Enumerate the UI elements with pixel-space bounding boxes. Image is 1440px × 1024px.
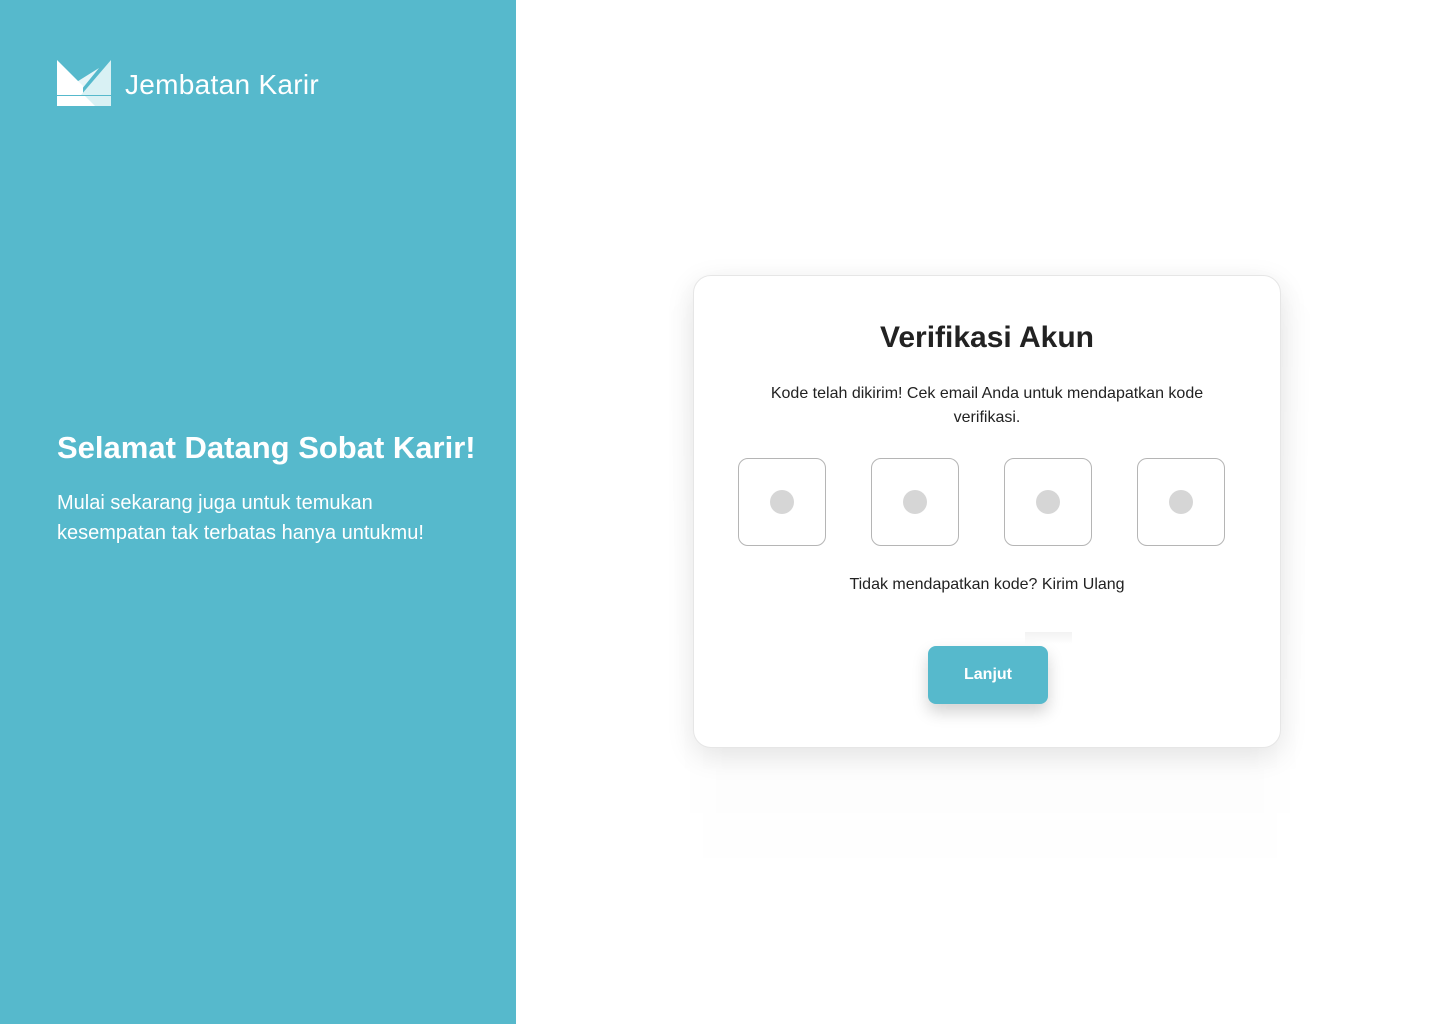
- welcome-title: Selamat Datang Sobat Karir!: [57, 430, 476, 465]
- brand: Jembatan Karir: [57, 60, 319, 106]
- resend-prompt: Tidak mendapatkan kode?: [849, 576, 1038, 593]
- otp-placeholder-dot: [1036, 490, 1060, 514]
- jembatan-karir-logo-icon: [57, 60, 111, 106]
- welcome-subtitle: Mulai sekarang juga untuk temukan kesemp…: [57, 492, 424, 544]
- otp-placeholder-dot: [903, 490, 927, 514]
- otp-digit-input-2[interactable]: [871, 458, 959, 546]
- otp-placeholder-dot: [1169, 490, 1193, 514]
- otp-digit-input-3[interactable]: [1004, 458, 1092, 546]
- verification-description: Kode telah dikirim! Cek email Anda untuk…: [770, 385, 1204, 426]
- continue-button[interactable]: Lanjut: [928, 646, 1048, 704]
- otp-placeholder-dot: [770, 490, 794, 514]
- welcome-panel: Jembatan Karir Selamat Datang Sobat Kari…: [0, 0, 516, 1024]
- resend-link[interactable]: Kirim Ulang: [1042, 576, 1125, 593]
- resend-row: Tidak mendapatkan kode? Kirim Ulang: [694, 576, 1280, 594]
- verification-card: Verifikasi Akun Kode telah dikirim! Cek …: [693, 275, 1281, 748]
- verification-panel: Verifikasi Akun Kode telah dikirim! Cek …: [516, 0, 1440, 1024]
- otp-digit-input-4[interactable]: [1137, 458, 1225, 546]
- verification-title: Verifikasi Akun: [880, 321, 1094, 354]
- otp-digit-input-1[interactable]: [738, 458, 826, 546]
- otp-code-inputs: [738, 458, 1225, 546]
- brand-name: Jembatan Karir: [125, 69, 320, 100]
- verification-page: Jembatan Karir Selamat Datang Sobat Kari…: [0, 0, 1440, 1024]
- decorative-notch: [1025, 632, 1072, 644]
